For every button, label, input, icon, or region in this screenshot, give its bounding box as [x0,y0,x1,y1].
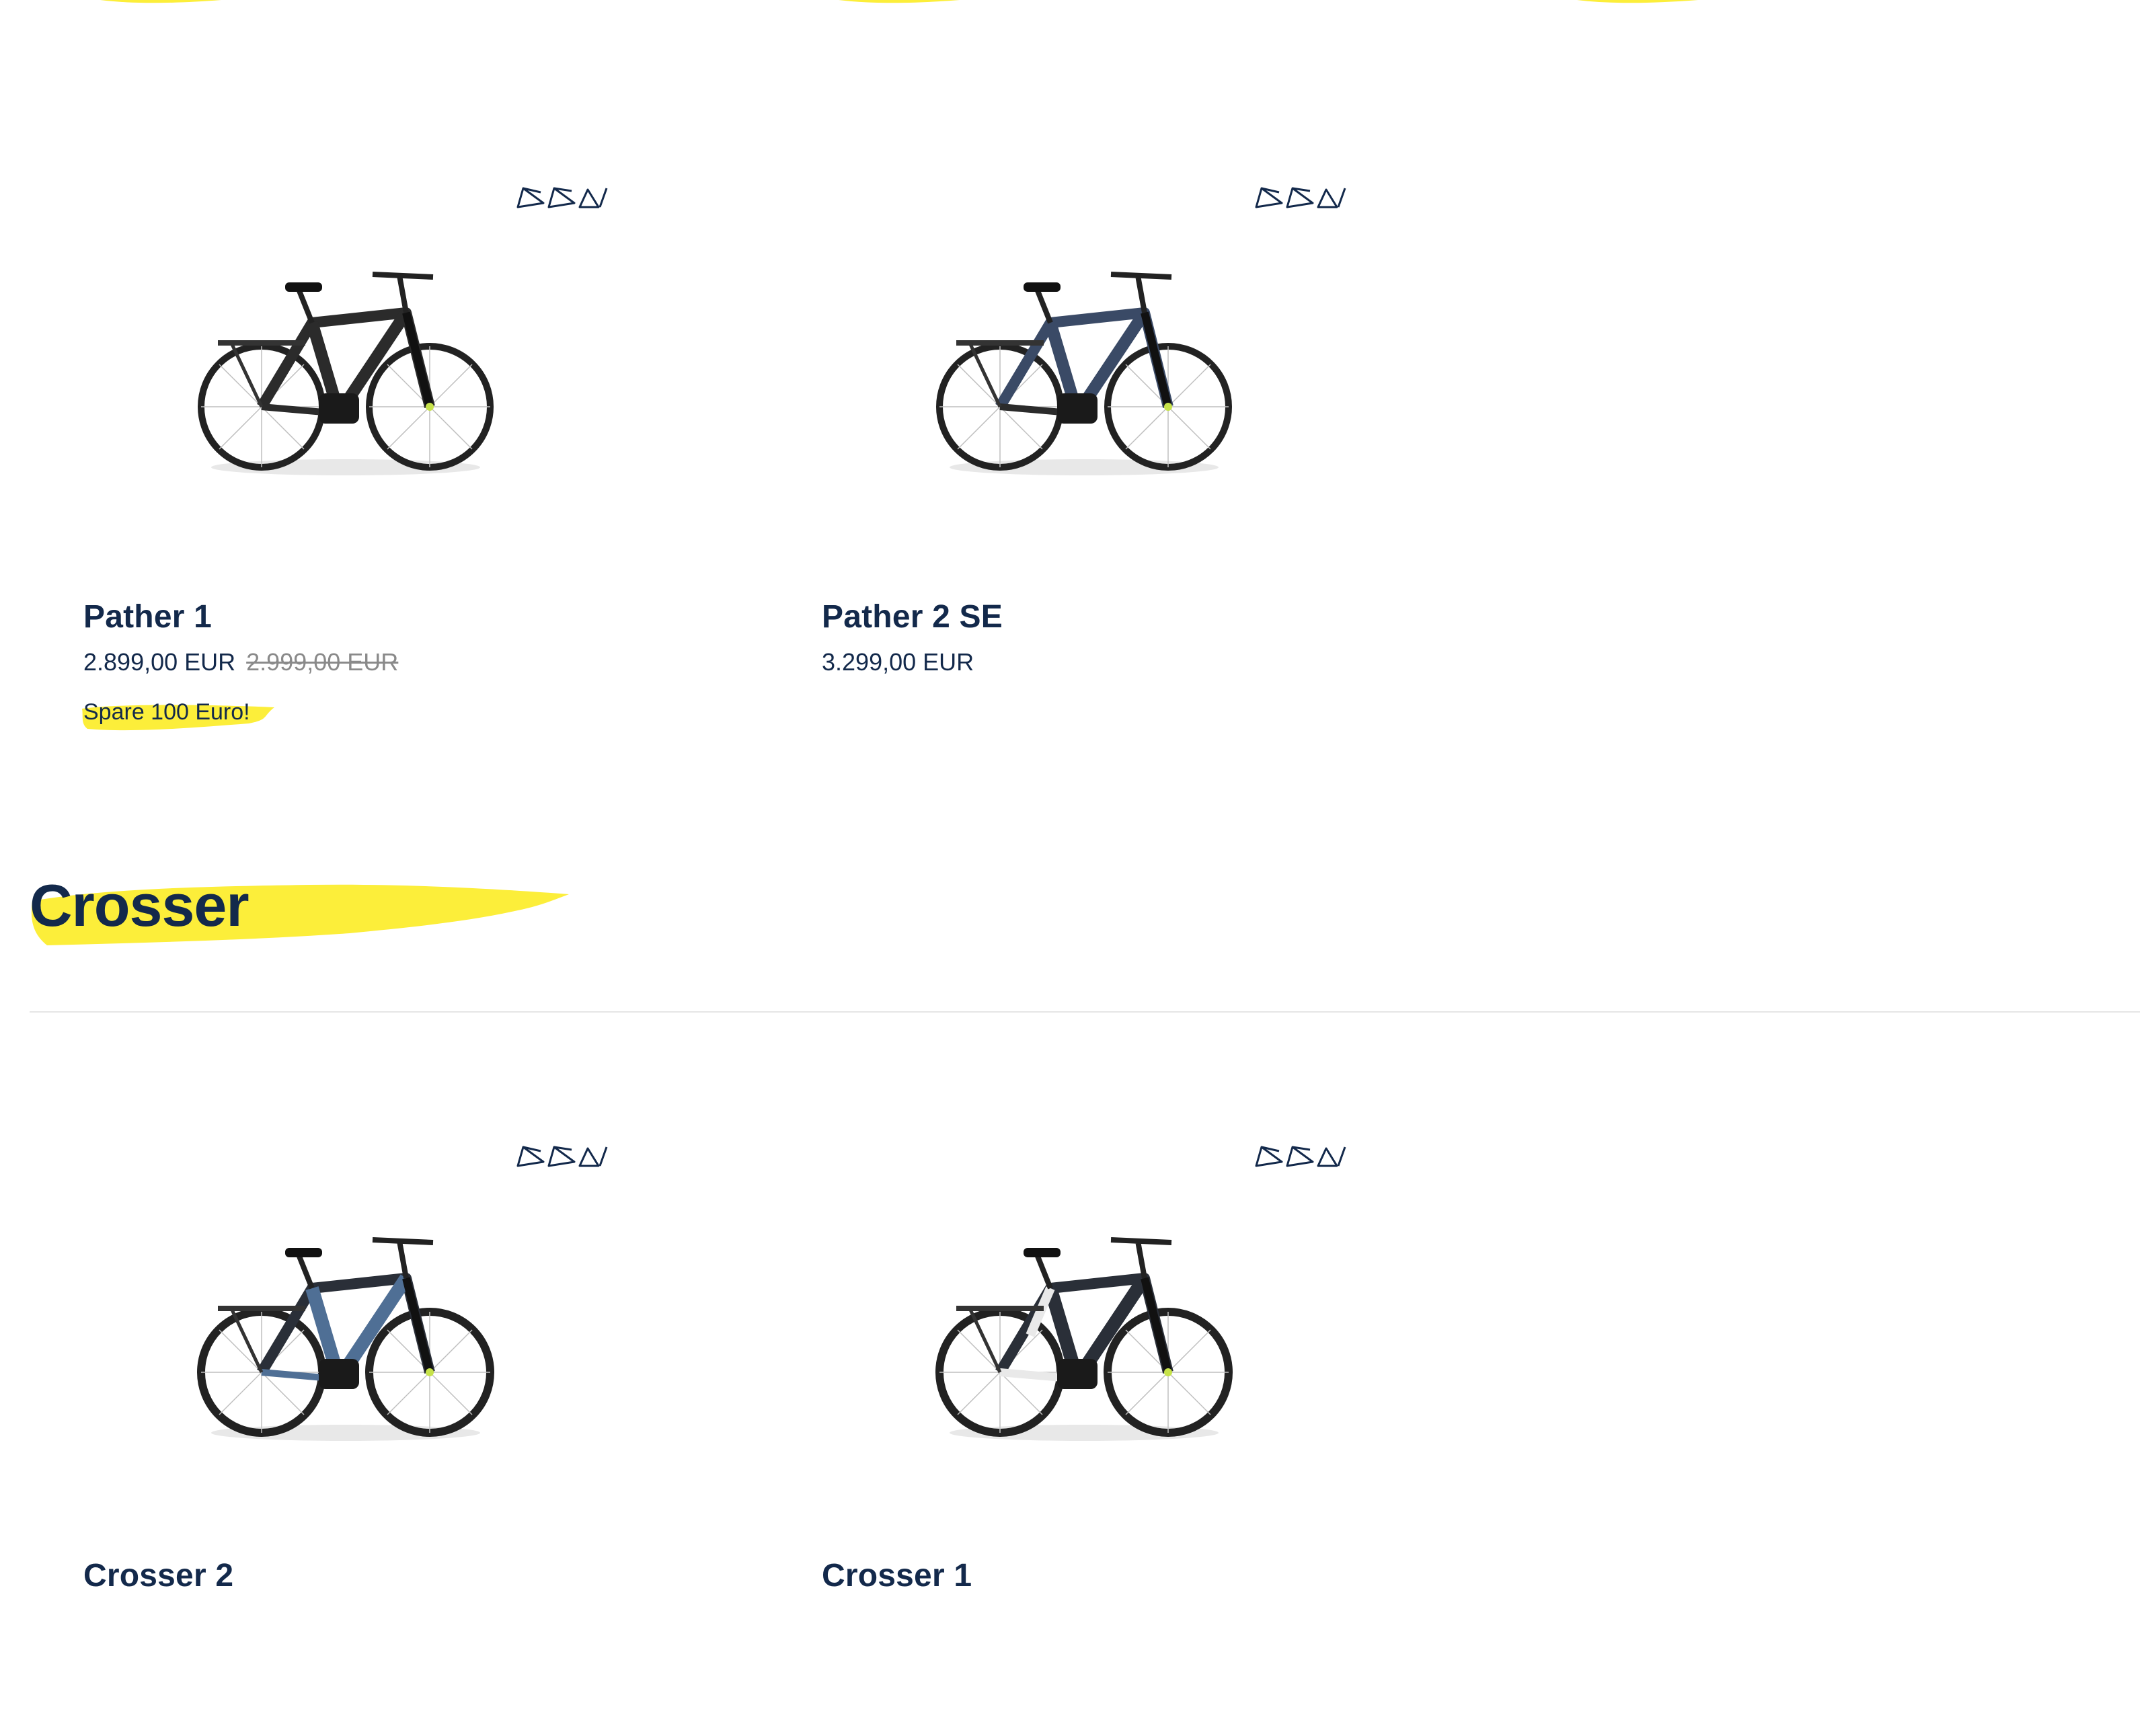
promo-badge: Spare 100 Euro! [82,699,274,731]
current-price: 3.299,00 EUR [822,648,974,676]
highlight-stroke-top-1 [100,0,221,3]
product-name[interactable]: Crosser 2 [83,1557,233,1594]
product-name[interactable]: Pather 2 SE [822,598,1003,635]
frame-type-icons [1255,187,1346,208]
product-card-pather-2-se[interactable]: Pather 2 SE 3.299,00 EUR [822,168,1494,773]
frame-type-icons [516,187,608,208]
frame-type-icons [1255,1146,1346,1167]
bike-image[interactable] [191,262,500,477]
highlight-stroke-top-2 [839,0,960,3]
promo-text: Spare 100 Euro! [83,699,250,725]
frame-type-icons [516,1146,608,1167]
product-card-crosser-1[interactable]: Crosser 1 [822,1127,1494,1732]
product-price: 2.899,00 EUR 2.999,00 EUR [83,648,398,676]
product-card-crosser-2[interactable]: Crosser 2 [83,1127,756,1732]
product-card-pather-1[interactable]: Pather 1 2.899,00 EUR 2.999,00 EUR Spare … [82,168,756,773]
section-divider [30,1011,2140,1013]
section-title: Crosser [30,872,249,939]
bike-image[interactable] [929,262,1239,477]
product-name[interactable]: Pather 1 [83,598,212,635]
product-name[interactable]: Crosser 1 [822,1557,972,1594]
product-price: 3.299,00 EUR [822,648,974,676]
original-price: 2.999,00 EUR [246,648,399,676]
bike-image[interactable] [929,1228,1239,1443]
current-price: 2.899,00 EUR [83,648,236,676]
bike-image[interactable] [191,1228,500,1443]
highlight-stroke-top-3 [1577,0,1698,3]
